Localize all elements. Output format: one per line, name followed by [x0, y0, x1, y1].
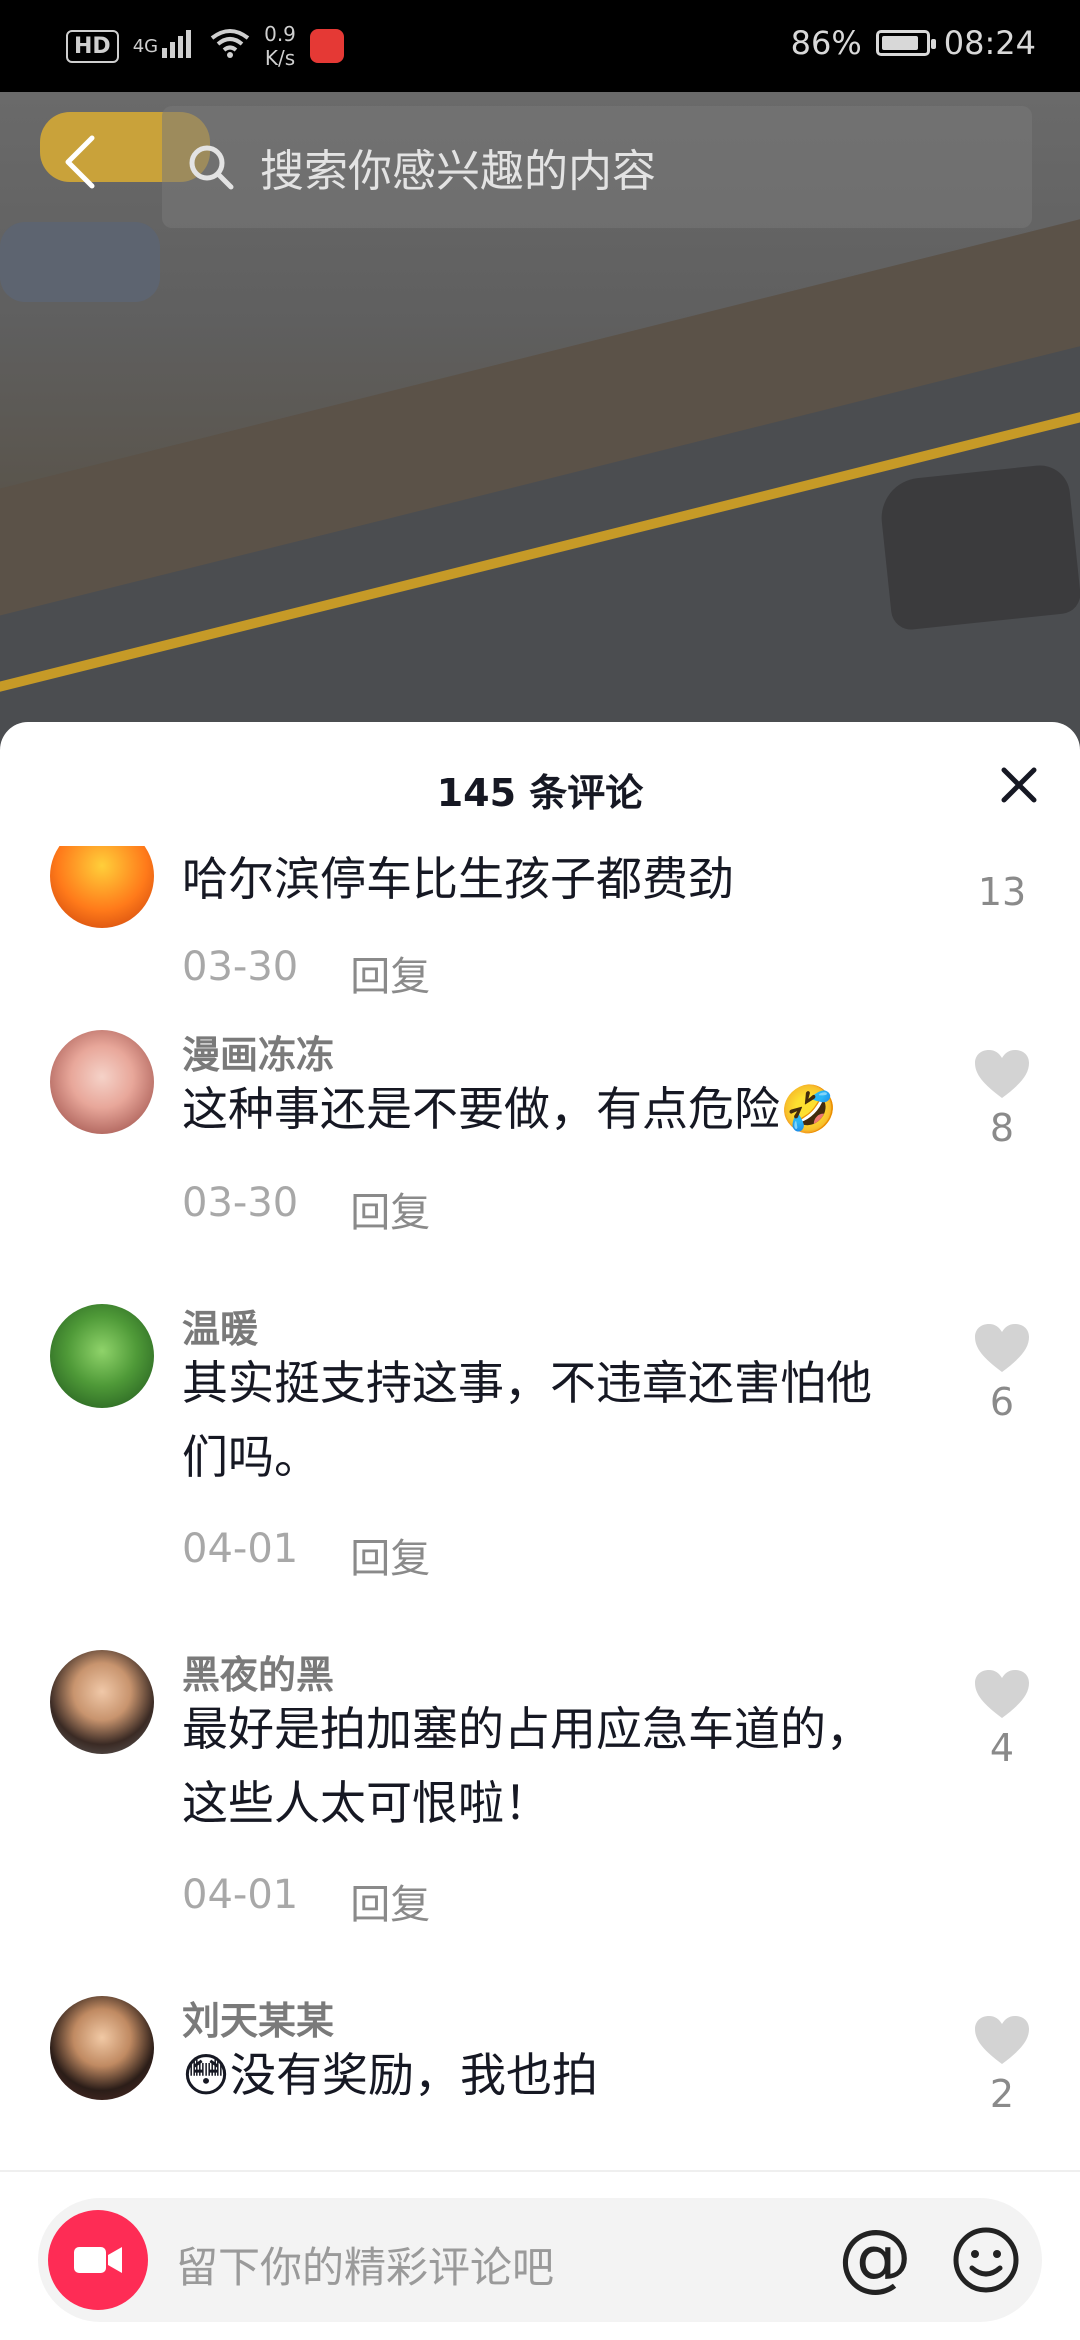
signal-bars-icon	[162, 28, 196, 65]
reply-button[interactable]: 回复	[350, 1526, 430, 1584]
search-bar[interactable]: 搜索你感兴趣的内容	[162, 106, 1032, 228]
dark-minivan	[877, 462, 1080, 632]
comment-count-title: 145 条评论	[436, 771, 644, 815]
avatar[interactable]	[50, 1996, 154, 2100]
comment-text: 最好是拍加塞的占用应急车道的，这些人太可恨啦！	[182, 1702, 872, 1830]
battery-fill	[881, 36, 918, 50]
comment-item: 温暖 其实挺支持这事，不违章还害怕他们吗。 04-01 回复 6	[0, 1286, 1080, 1626]
battery-icon	[875, 30, 936, 56]
network-speed: 0.9 K/s	[264, 22, 296, 70]
search-icon	[189, 145, 234, 190]
like-count: 13	[977, 870, 1027, 914]
comment-item: 刘天某某 😳没有奖励，我也拍 2	[0, 1978, 1080, 2176]
comment-text: 这种事还是不要做，有点危险🤣	[182, 1082, 838, 1136]
comment-item: 黑夜的黑 最好是拍加塞的占用应急车道的，这些人太可恨啦！ 04-01 回复 4	[0, 1632, 1080, 1972]
parked-car	[0, 222, 160, 302]
clock: 08:24	[943, 24, 1036, 62]
comment-item: 漫画冻冻 这种事还是不要做，有点危险🤣 03-30 回复 8	[0, 1014, 1080, 1314]
video-camera-icon	[74, 2247, 122, 2273]
status-left: HD 4G 0.9 K/s	[66, 22, 344, 70]
comment-username[interactable]: 漫画冻冻	[182, 1024, 334, 1079]
close-icon	[1001, 767, 1037, 803]
heart-icon	[975, 1670, 1029, 1718]
smile-icon	[953, 2227, 1019, 2293]
avatar[interactable]	[50, 1304, 154, 1408]
comment-username[interactable]: 刘天某某	[182, 1990, 334, 2045]
comment-text: 哈尔滨停车比生孩子都费劲	[182, 852, 734, 906]
avatar[interactable]	[50, 1030, 154, 1134]
comment-username[interactable]: 黑夜的黑	[182, 1644, 334, 1699]
mention-button[interactable]: @	[838, 2214, 912, 2300]
signal-4g: 4G	[132, 35, 159, 57]
comment-input[interactable]: 留下你的精彩评论吧 @	[38, 2198, 1042, 2322]
comment-date: 04-01	[182, 1872, 299, 1918]
like-count: 6	[989, 1380, 1015, 1424]
like-button[interactable]: 6	[962, 1322, 1042, 1424]
comment-meta: 03-30 回复	[182, 944, 430, 1002]
reply-button[interactable]: 回复	[350, 1180, 430, 1238]
like-count: 4	[989, 1726, 1015, 1770]
emoji-button[interactable]	[950, 2224, 1022, 2300]
avatar[interactable]	[50, 846, 154, 928]
camera-button[interactable]	[48, 2210, 148, 2310]
like-button[interactable]: 8	[962, 1048, 1042, 1150]
reply-button[interactable]: 回复	[350, 944, 430, 1002]
comment-meta: 03-30 回复	[182, 1180, 430, 1238]
top-bar: 搜索你感兴趣的内容	[0, 92, 1080, 228]
status-right: 86% 08:24	[791, 24, 1036, 62]
notification-app-icon	[309, 29, 344, 63]
like-button[interactable]: 4	[962, 1668, 1042, 1770]
reply-button[interactable]: 回复	[350, 1872, 430, 1930]
back-arrow-icon	[65, 135, 95, 189]
comment-item: 哈尔滨停车比生孩子都费劲 03-30 回复 13	[0, 846, 1080, 1026]
speed-value: 0.9	[264, 22, 296, 46]
wifi-icon	[210, 28, 250, 65]
heart-icon	[975, 2016, 1029, 2064]
speed-unit: K/s	[264, 46, 296, 70]
like-count: 2	[989, 2072, 1015, 2116]
heart-icon	[975, 1050, 1029, 1098]
comment-input-bar: 留下你的精彩评论吧 @	[0, 2170, 1080, 2340]
comment-text: 😳没有奖励，我也拍	[182, 2048, 598, 2102]
like-count: 8	[989, 1106, 1015, 1150]
avatar[interactable]	[50, 1650, 154, 1754]
comment-username[interactable]: 温暖	[182, 1298, 258, 1353]
comment-input-placeholder: 留下你的精彩评论吧	[176, 2243, 555, 2292]
comment-date: 03-30	[182, 1180, 299, 1226]
search-placeholder: 搜索你感兴趣的内容	[260, 146, 656, 197]
comment-meta: 04-01 回复	[182, 1872, 430, 1930]
heart-icon	[975, 1324, 1029, 1372]
comment-date: 04-01	[182, 1526, 299, 1572]
back-button[interactable]	[50, 132, 110, 192]
comment-text: 其实挺支持这事，不违章还害怕他们吗。	[182, 1356, 872, 1484]
close-button[interactable]	[996, 762, 1042, 808]
comment-list[interactable]: 哈尔滨停车比生孩子都费劲 03-30 回复 13 漫画冻冻 这种事还是不要做，有…	[0, 846, 1080, 2176]
hd-badge: HD	[66, 29, 119, 63]
comment-date: 03-30	[182, 944, 299, 990]
comment-sheet: 145 条评论 哈尔滨停车比生孩子都费劲 03-30 回复 13 漫画冻冻 这种…	[0, 722, 1080, 2340]
battery-percent: 86%	[790, 24, 862, 62]
comment-meta: 04-01 回复	[182, 1526, 430, 1584]
like-button[interactable]: 2	[962, 2014, 1042, 2116]
like-button[interactable]: 13	[962, 864, 1042, 914]
status-bar: HD 4G 0.9 K/s 86% 08:24	[0, 0, 1080, 92]
